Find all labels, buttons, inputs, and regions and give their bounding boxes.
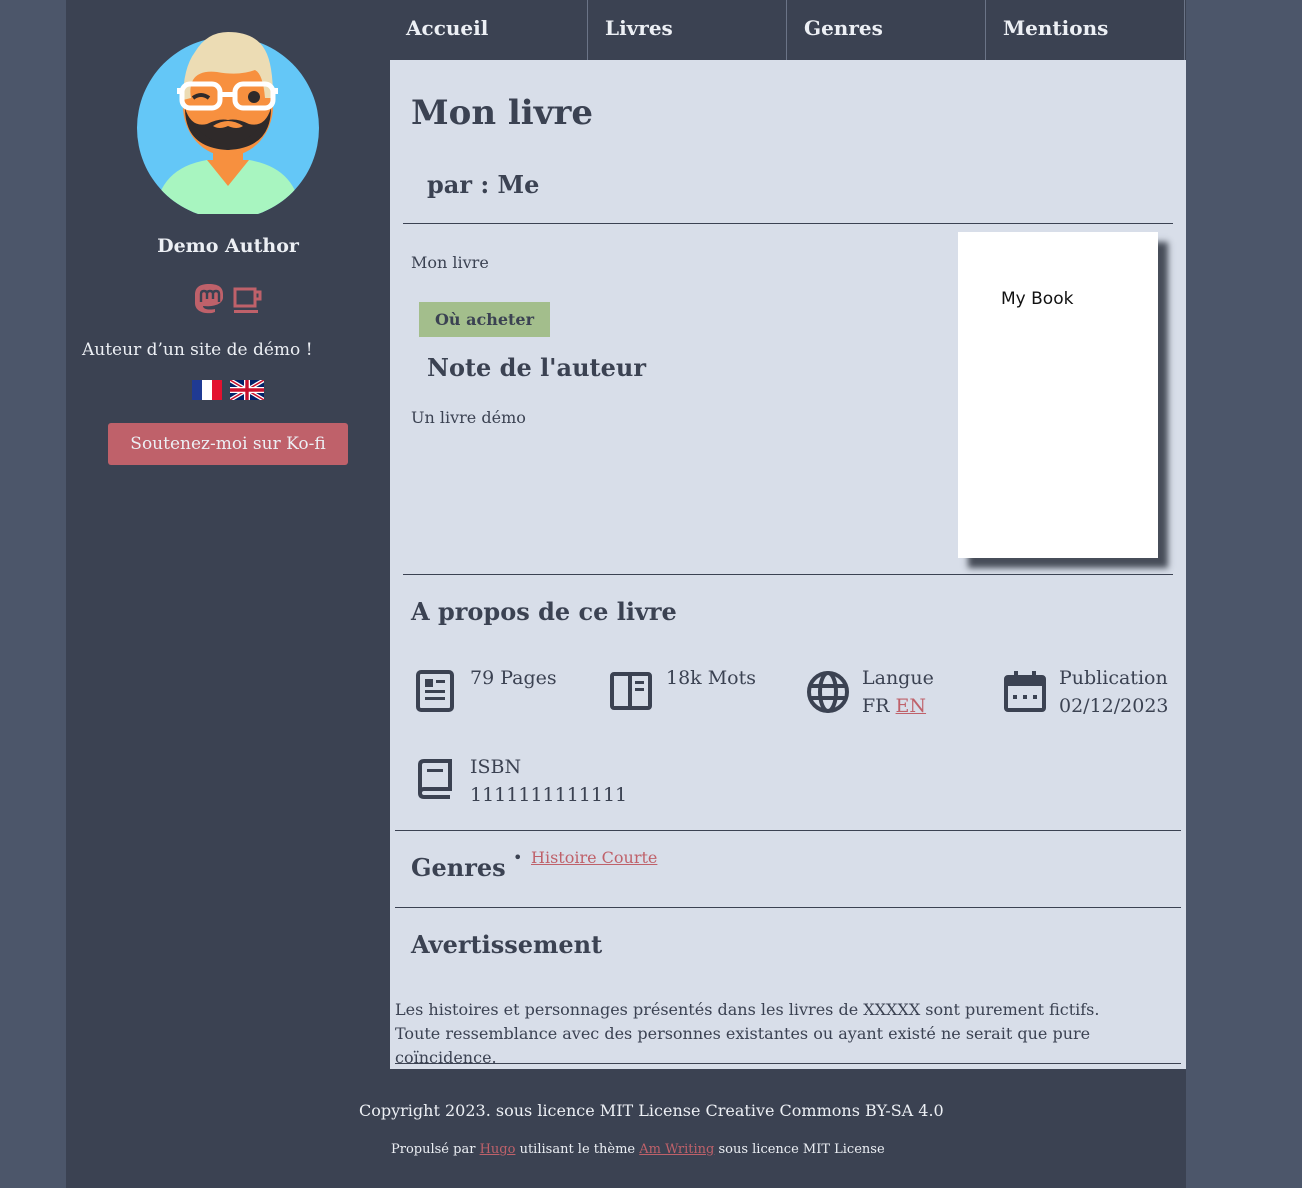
warning-heading: Avertissement	[411, 930, 603, 959]
sidebar: Demo Author Auteur d’un site de démo ! S…	[66, 0, 390, 520]
stat-isbn-value: 1111111111111	[470, 784, 628, 806]
fr-flag-icon[interactable]	[192, 380, 222, 400]
nav-item-genres[interactable]: Genres	[788, 0, 986, 60]
language-flags	[192, 380, 272, 400]
stat-language: Langue FR EN	[806, 667, 934, 718]
book-open-icon	[610, 672, 652, 710]
warning-text: Les histoires et personnages présentés d…	[395, 1000, 1100, 1067]
footer-powered-by: Propulsé par Hugo utilisant le thème Am …	[391, 1142, 885, 1157]
stat-words-value: 18k Mots	[666, 667, 757, 689]
document-icon	[416, 670, 454, 712]
kofi-support-button[interactable]: Soutenez-moi sur Ko-fi	[108, 423, 348, 465]
divider	[395, 1063, 1181, 1064]
author-tagline: Auteur d’un site de démo !	[82, 340, 313, 360]
stat-publication: Publication 02/12/2023	[1003, 667, 1169, 718]
footer-copyright: Copyright 2023. sous licence MIT License…	[359, 1101, 944, 1120]
stat-publication-date: 02/12/2023	[1059, 695, 1169, 717]
top-nav: Accueil Livres Genres Mentions légales	[390, 0, 1186, 96]
stat-pages-value: 79 Pages	[470, 667, 557, 689]
divider	[395, 907, 1181, 908]
stat-language-label: Langue	[862, 667, 934, 689]
book-cover: My Book	[958, 232, 1158, 558]
book-icon	[417, 759, 452, 799]
calendar-icon	[1004, 671, 1046, 712]
genres-heading: Genres	[411, 853, 506, 882]
book-cover-title: My Book	[1001, 289, 1074, 309]
genre-link[interactable]: Histoire Courte	[531, 848, 657, 867]
main-content: Mon livre par : Me Mon livre Où acheter …	[390, 60, 1186, 1069]
kofi-cup-icon[interactable]	[232, 283, 264, 315]
mastodon-icon[interactable]	[194, 283, 224, 315]
author-note-text: Un livre démo	[411, 408, 526, 427]
nav-item-mentions-legales[interactable]: Mentions légales	[987, 0, 1185, 96]
stat-words: 18k Mots	[610, 667, 756, 716]
stat-isbn: ISBN 1111111111111	[414, 756, 627, 806]
theme-link[interactable]: Am Writing	[639, 1142, 714, 1157]
globe-icon	[807, 671, 849, 713]
uk-flag-icon[interactable]	[230, 380, 264, 400]
genres-list: • Histoire Courte	[513, 848, 658, 867]
divider	[395, 830, 1181, 831]
author-note-heading: Note de l'auteur	[427, 353, 646, 382]
author-name: Demo Author	[157, 235, 299, 257]
language-fr: FR	[862, 695, 890, 717]
book-author-byline: par : Me	[427, 170, 540, 199]
nav-item-accueil[interactable]: Accueil	[390, 0, 588, 60]
where-to-buy-button[interactable]: Où acheter	[419, 302, 550, 337]
about-heading: A propos de ce livre	[411, 597, 677, 626]
hugo-link[interactable]: Hugo	[480, 1142, 516, 1157]
author-avatar	[137, 32, 319, 214]
social-links	[194, 283, 264, 315]
divider	[403, 574, 1173, 575]
nav-item-livres[interactable]: Livres	[589, 0, 787, 60]
book-title: Mon livre	[411, 93, 594, 133]
stat-isbn-label: ISBN	[470, 756, 522, 778]
divider	[403, 223, 1173, 224]
page-wrapper: Demo Author Auteur d’un site de démo ! S…	[66, 0, 1186, 1188]
book-summary: Mon livre	[411, 253, 489, 272]
stat-publication-label: Publication	[1059, 667, 1168, 689]
stat-pages: 79 Pages	[414, 667, 557, 716]
language-en-link[interactable]: EN	[896, 695, 927, 717]
